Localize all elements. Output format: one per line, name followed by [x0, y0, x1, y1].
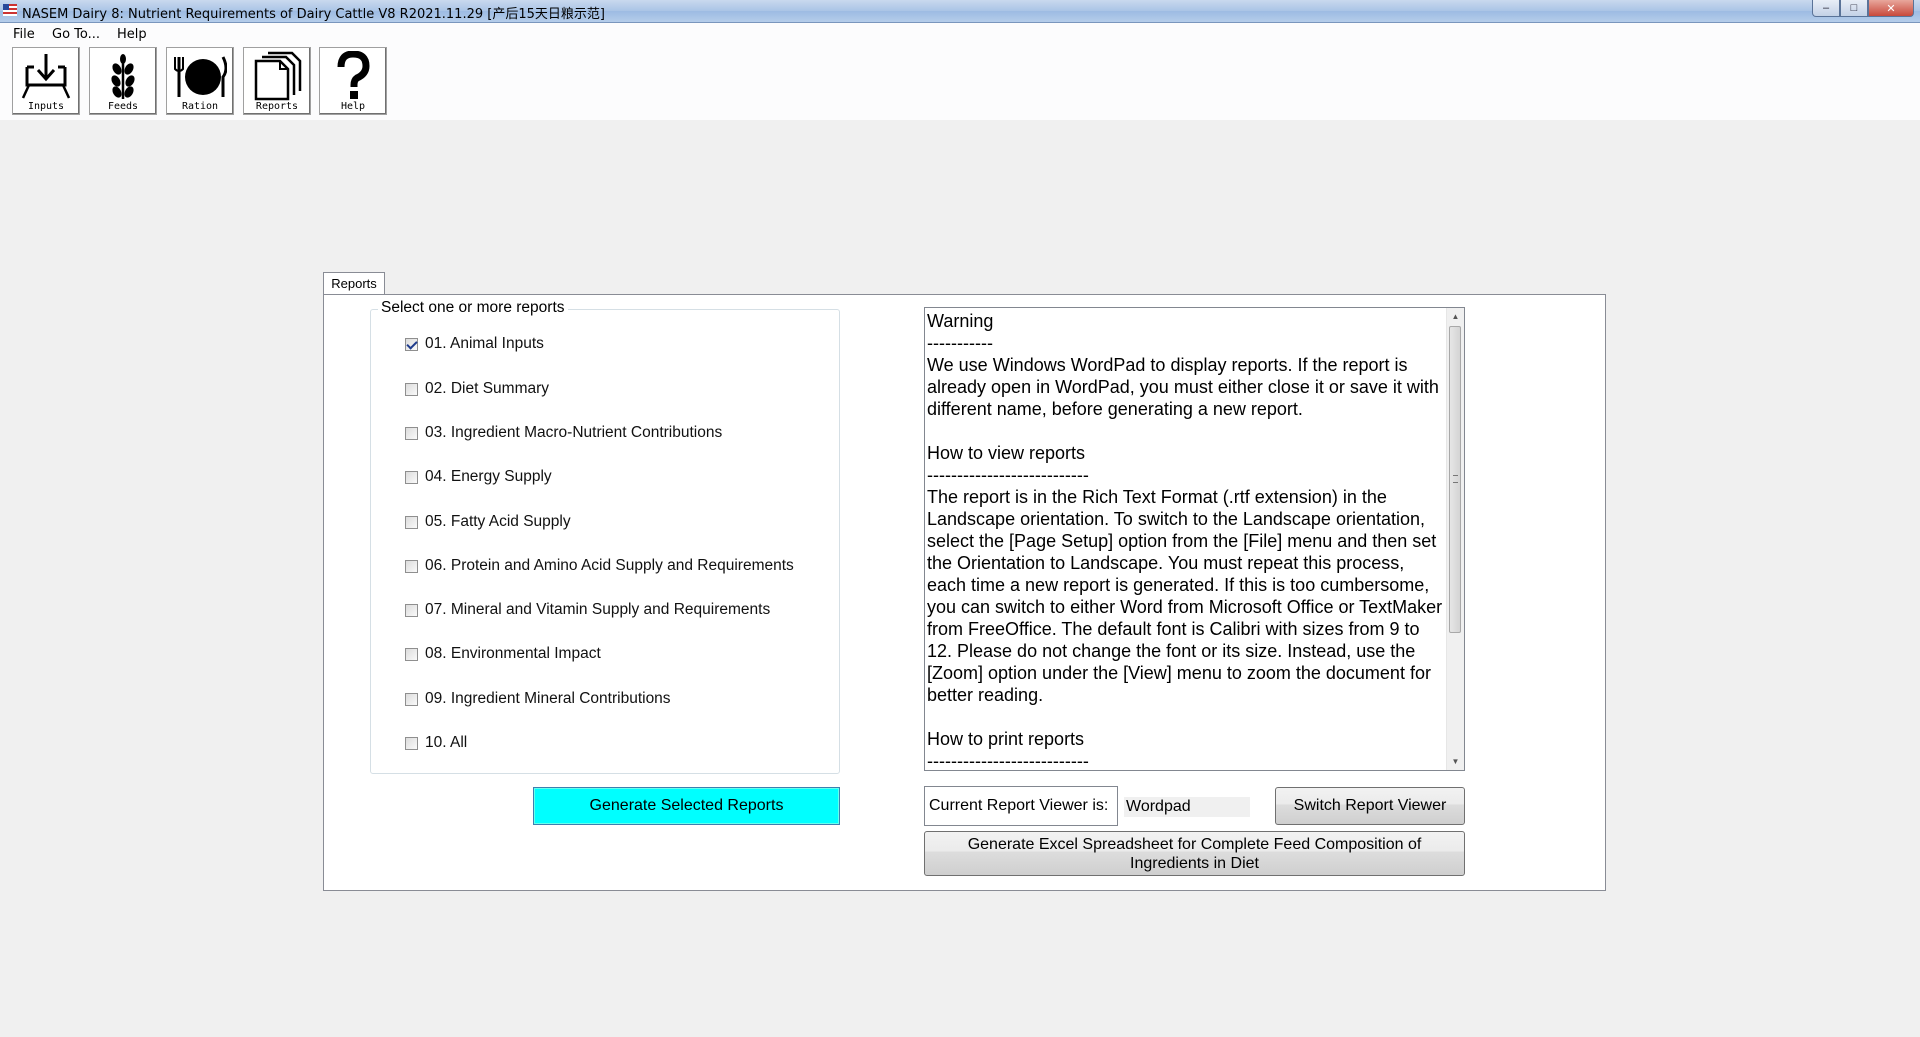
minimize-button[interactable]: –	[1812, 0, 1840, 17]
reports-icon	[254, 51, 302, 101]
report-option-5[interactable]: 05. Fatty Acid Supply	[405, 511, 571, 533]
feeds-icon	[111, 54, 135, 99]
report-checkbox[interactable]	[405, 382, 418, 396]
menu-go-to[interactable]: Go To...	[52, 27, 100, 42]
generate-excel-spreadsheet-button[interactable]: Generate Excel Spreadsheet for Complete …	[924, 831, 1465, 876]
report-info-textbox[interactable]: Warning ----------- We use Windows WordP…	[924, 307, 1465, 771]
info-scrollbar[interactable]: ▲ ▼	[1446, 308, 1464, 770]
window-title: NASEM Dairy 8: Nutrient Requirements of …	[22, 7, 605, 22]
report-option-4[interactable]: 04. Energy Supply	[405, 466, 552, 488]
scroll-up-arrow-icon[interactable]: ▲	[1447, 308, 1464, 325]
report-checkbox[interactable]	[405, 692, 418, 706]
current-viewer-label: Current Report Viewer is:	[924, 786, 1118, 826]
report-checkbox[interactable]	[405, 470, 418, 484]
report-info-text: Warning ----------- We use Windows WordP…	[927, 311, 1443, 771]
scroll-thumb[interactable]	[1449, 326, 1461, 633]
report-option-2[interactable]: 02. Diet Summary	[405, 378, 549, 400]
inputs-icon	[21, 54, 71, 99]
tab-reports[interactable]: Reports	[323, 272, 385, 295]
toolbar: Inputs Feeds Ration Reports Help	[0, 45, 1920, 120]
toolbar-feeds-label: Feeds	[107, 101, 139, 112]
report-checkbox[interactable]	[405, 337, 418, 351]
generate-selected-reports-button[interactable]: Generate Selected Reports	[533, 787, 840, 825]
report-checkbox[interactable]	[405, 559, 418, 573]
report-option-label: 10. All	[425, 734, 468, 751]
app-flag-icon	[3, 4, 17, 16]
report-option-8[interactable]: 08. Environmental Impact	[405, 643, 601, 665]
report-option-label: 07. Mineral and Vitamin Supply and Requi…	[425, 601, 771, 618]
toolbar-reports-button[interactable]: Reports	[243, 47, 311, 115]
report-checkbox[interactable]	[405, 736, 418, 750]
report-option-label: 09. Ingredient Mineral Contributions	[425, 690, 671, 707]
title-bar: NASEM Dairy 8: Nutrient Requirements of …	[0, 0, 1920, 23]
menu-bar: File Go To... Help	[0, 23, 1920, 45]
report-option-9[interactable]: 09. Ingredient Mineral Contributions	[405, 688, 671, 710]
report-option-label: 05. Fatty Acid Supply	[425, 513, 571, 530]
scroll-down-arrow-icon[interactable]: ▼	[1447, 753, 1464, 770]
report-option-label: 02. Diet Summary	[425, 380, 550, 397]
toolbar-help-label: Help	[340, 101, 366, 112]
report-group-title: Select one or more reports	[378, 299, 568, 317]
report-checkbox[interactable]	[405, 647, 418, 661]
maximize-button[interactable]: □	[1840, 0, 1868, 17]
toolbar-feeds-button[interactable]: Feeds	[89, 47, 157, 115]
toolbar-help-button[interactable]: Help	[319, 47, 387, 115]
report-option-1[interactable]: 01. Animal Inputs	[405, 333, 544, 355]
report-option-label: 04. Energy Supply	[425, 468, 552, 485]
toolbar-inputs-label: Inputs	[27, 101, 65, 112]
toolbar-inputs-button[interactable]: Inputs	[12, 47, 80, 115]
report-option-10[interactable]: 10. All	[405, 732, 467, 754]
toolbar-reports-label: Reports	[255, 101, 299, 112]
toolbar-ration-button[interactable]: Ration	[166, 47, 234, 115]
report-option-7[interactable]: 07. Mineral and Vitamin Supply and Requi…	[405, 599, 770, 621]
report-option-label: 03. Ingredient Macro-Nutrient Contributi…	[425, 424, 723, 441]
toolbar-ration-label: Ration	[181, 101, 219, 112]
current-viewer-value: Wordpad	[1124, 797, 1250, 817]
menu-help[interactable]: Help	[117, 27, 147, 42]
report-option-label: 08. Environmental Impact	[425, 645, 601, 662]
close-button[interactable]: ✕	[1868, 0, 1914, 17]
report-checkbox[interactable]	[405, 515, 418, 529]
report-option-label: 01. Animal Inputs	[425, 335, 544, 352]
report-option-label: 06. Protein and Amino Acid Supply and Re…	[425, 557, 794, 574]
help-icon	[337, 51, 370, 99]
switch-report-viewer-button[interactable]: Switch Report Viewer	[1275, 787, 1465, 825]
window-controls: – □ ✕	[1812, 0, 1914, 18]
report-checkbox[interactable]	[405, 426, 418, 440]
report-checkbox[interactable]	[405, 603, 418, 617]
report-option-3[interactable]: 03. Ingredient Macro-Nutrient Contributi…	[405, 422, 722, 444]
ration-icon	[174, 56, 227, 97]
report-option-6[interactable]: 06. Protein and Amino Acid Supply and Re…	[405, 555, 794, 577]
menu-file[interactable]: File	[13, 27, 35, 42]
